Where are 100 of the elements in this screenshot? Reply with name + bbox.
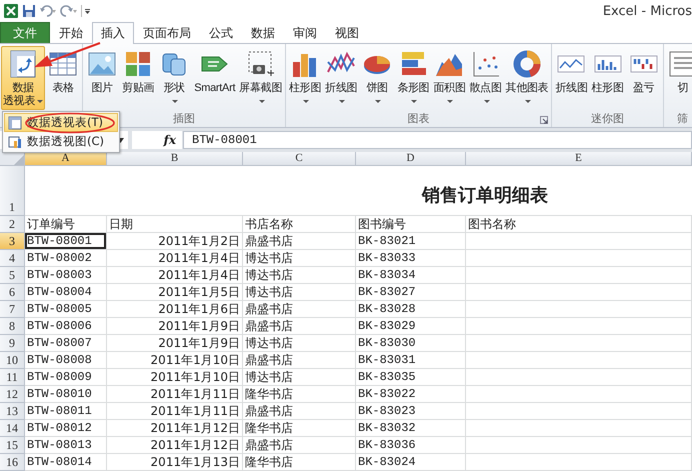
- table-cell: BTW-08014: [25, 454, 107, 471]
- row-header[interactable]: 15: [0, 437, 25, 454]
- row-header[interactable]: 7: [0, 301, 25, 318]
- table-cell: 2011年1月12日: [107, 420, 243, 437]
- save-icon[interactable]: [22, 4, 36, 18]
- table-cell: BK-83034: [356, 267, 466, 284]
- customize-icon[interactable]: [81, 4, 91, 18]
- ribbon-tab[interactable]: 页面布局: [134, 22, 200, 43]
- table-cell: 博达书店: [243, 369, 356, 386]
- ribbon-button[interactable]: 条形图: [395, 46, 432, 110]
- ribbon-tab[interactable]: 视图: [326, 22, 368, 43]
- row-header[interactable]: 14: [0, 420, 25, 437]
- table-cell: BK-83029: [356, 318, 466, 335]
- undo-icon[interactable]: [39, 4, 57, 18]
- column-header[interactable]: A: [25, 152, 107, 166]
- row-header[interactable]: 3: [0, 233, 25, 250]
- table-cell: BK-83033: [356, 250, 466, 267]
- ribbon-tab[interactable]: 数据: [242, 22, 284, 43]
- ribbon-button[interactable]: 折线图: [323, 46, 360, 110]
- ribbon-button[interactable]: 盈亏: [626, 46, 662, 110]
- table-cell: BK-83035: [356, 369, 466, 386]
- table-cell: 2011年1月2日: [107, 233, 243, 250]
- pivot-table-icon: [8, 116, 22, 130]
- row-header[interactable]: 12: [0, 386, 25, 403]
- ribbon-button[interactable]: 散点图: [467, 46, 504, 110]
- ribbon-tab[interactable]: 公式: [200, 22, 242, 43]
- column-header[interactable]: E: [466, 152, 692, 166]
- table-cell: BTW-08007: [25, 335, 107, 352]
- table-cell: BTW-08005: [25, 301, 107, 318]
- table-cell: BTW-08003: [25, 267, 107, 284]
- table-cell: 2011年1月9日: [107, 318, 243, 335]
- ribbon-tab[interactable]: 插入: [92, 22, 134, 44]
- row-header[interactable]: 16: [0, 454, 25, 471]
- dialog-launcher-icon[interactable]: [540, 116, 548, 124]
- ribbon-button[interactable]: 切: [664, 46, 692, 110]
- table-cell: BK-83031: [356, 352, 466, 369]
- ribbon-button[interactable]: 折线图: [553, 46, 590, 110]
- table-cell: BK-83036: [356, 437, 466, 454]
- table-cell: BTW-08010: [25, 386, 107, 403]
- ribbon-tab[interactable]: 开始: [50, 22, 92, 43]
- column-title: 订单编号: [25, 216, 107, 233]
- column-header[interactable]: B: [107, 152, 243, 166]
- row-header[interactable]: 6: [0, 284, 25, 301]
- table-cell: BTW-08012: [25, 420, 107, 437]
- table-cell: 2011年1月5日: [107, 284, 243, 301]
- ribbon-button[interactable]: 数据透视表: [1, 46, 46, 110]
- ribbon-button[interactable]: 剪贴画: [120, 46, 156, 110]
- table-cell: 鼎盛书店: [243, 352, 356, 369]
- column-title: 日期: [107, 216, 243, 233]
- ribbon-button[interactable]: SmartArt: [192, 46, 238, 110]
- table-cell: 鼎盛书店: [243, 318, 356, 335]
- row-header[interactable]: 4: [0, 250, 25, 267]
- group-label: 筛: [677, 113, 688, 127]
- table-cell: BK-83024: [356, 454, 466, 471]
- table-cell: BK-83027: [356, 284, 466, 301]
- table-cell: BTW-08006: [25, 318, 107, 335]
- column-header[interactable]: D: [356, 152, 466, 166]
- ribbon-button[interactable]: 面积图: [431, 46, 468, 110]
- row-header[interactable]: 5: [0, 267, 25, 284]
- ribbon-button[interactable]: 屏幕截图: [237, 46, 284, 110]
- group-label: 图表: [408, 113, 430, 127]
- app-icon[interactable]: [3, 3, 19, 19]
- window-title: Excel - Micros: [602, 4, 692, 18]
- row-header[interactable]: 8: [0, 318, 25, 335]
- pivot-chart-icon: [8, 134, 22, 148]
- table-cell: BTW-08009: [25, 369, 107, 386]
- ribbon-button[interactable]: 柱形图: [287, 46, 324, 110]
- table-cell: BK-83032: [356, 420, 466, 437]
- table-cell: 2011年1月4日: [107, 250, 243, 267]
- table-cell: 2011年1月4日: [107, 267, 243, 284]
- ribbon-tab[interactable]: 审阅: [284, 22, 326, 43]
- ribbon-button[interactable]: 其他图表: [504, 46, 550, 110]
- ribbon-button[interactable]: 饼图: [359, 46, 396, 110]
- row-header[interactable]: 11: [0, 369, 25, 386]
- column-header[interactable]: C: [243, 152, 356, 166]
- group-label: 插图: [173, 113, 196, 127]
- row-header[interactable]: 1: [0, 166, 25, 216]
- insert-function-button[interactable]: fx: [164, 133, 176, 147]
- formula-input[interactable]: BTW-08001: [183, 131, 692, 149]
- ribbon-button[interactable]: 图片: [84, 46, 120, 110]
- table-cell: 博达书店: [243, 284, 356, 301]
- table-cell: BK-83023: [356, 403, 466, 420]
- menu-item[interactable]: 数据透视图(C): [4, 132, 118, 151]
- ribbon-button[interactable]: 形状: [156, 46, 192, 110]
- file-tab[interactable]: 文件: [0, 22, 50, 43]
- table-cell: 鼎盛书店: [243, 233, 356, 250]
- table-cell: 鼎盛书店: [243, 301, 356, 318]
- table-cell: BK-83030: [356, 335, 466, 352]
- ribbon-button[interactable]: 柱形图: [590, 46, 626, 110]
- row-header[interactable]: 13: [0, 403, 25, 420]
- row-header[interactable]: 2: [0, 216, 25, 233]
- table-cell: 2011年1月6日: [107, 301, 243, 318]
- table-cell: BK-83022: [356, 386, 466, 403]
- row-header[interactable]: 9: [0, 335, 25, 352]
- row-header[interactable]: 10: [0, 352, 25, 369]
- table-cell: 鼎盛书店: [243, 403, 356, 420]
- table-cell: 2011年1月10日: [107, 369, 243, 386]
- table-cell: 鼎盛书店: [243, 437, 356, 454]
- column-title: 图书名称: [466, 216, 692, 233]
- group-label: 迷你图: [591, 113, 624, 127]
